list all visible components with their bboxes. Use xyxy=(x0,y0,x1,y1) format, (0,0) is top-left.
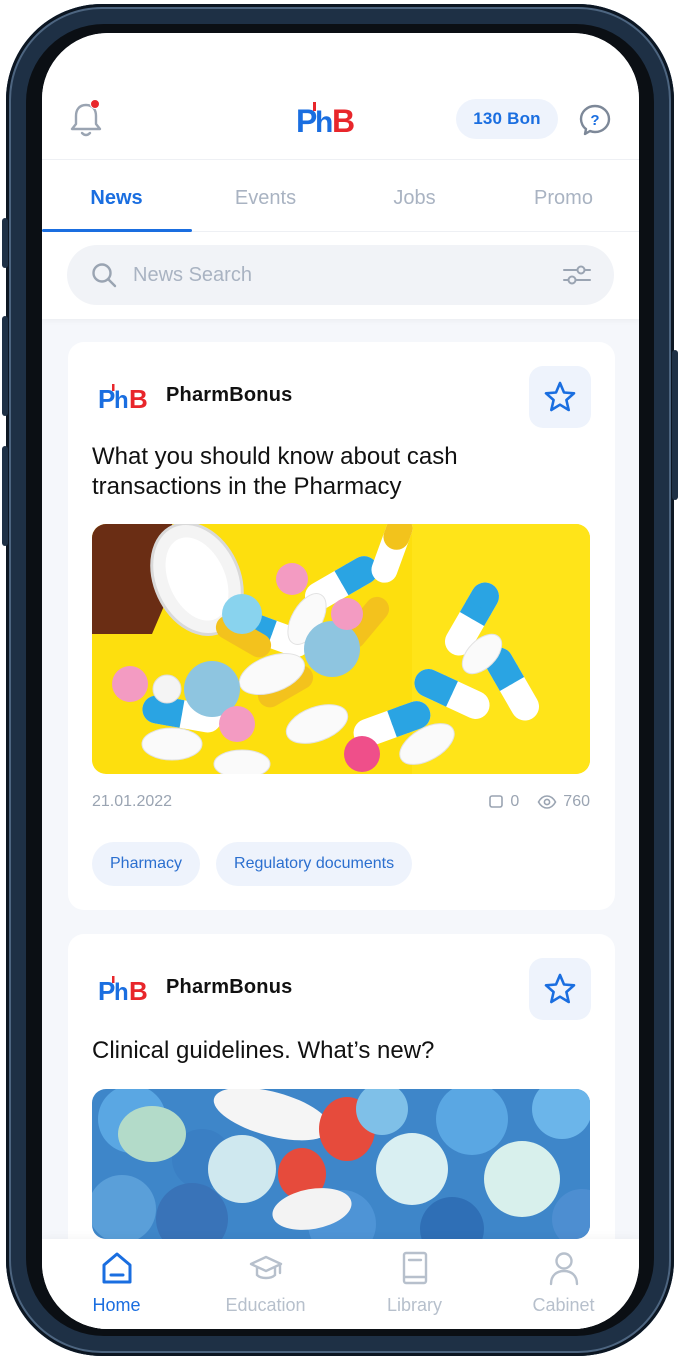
news-image xyxy=(92,1089,590,1239)
svg-text:B: B xyxy=(129,976,148,1004)
bottom-navigation: Home Education Library Cabinet xyxy=(42,1239,639,1329)
search-input[interactable] xyxy=(133,245,513,305)
tab-promo[interactable]: Promo xyxy=(489,165,638,231)
source-logo: P h B xyxy=(98,976,148,1004)
bonus-balance-button[interactable]: 130 Bon xyxy=(456,99,558,139)
news-title: What you should know about cash transact… xyxy=(92,443,458,500)
home-icon xyxy=(102,1252,131,1284)
svg-text:h: h xyxy=(114,387,129,412)
comment-icon xyxy=(489,795,504,808)
favorite-button[interactable] xyxy=(529,366,591,428)
header-divider xyxy=(42,159,639,160)
tab-bar: News Events Jobs Promo xyxy=(42,165,639,233)
phone-side-button xyxy=(2,446,8,546)
tab-news[interactable]: News xyxy=(42,165,191,231)
nav-home[interactable]: Home xyxy=(42,1249,191,1325)
search-bar xyxy=(67,245,614,305)
svg-text:B: B xyxy=(332,103,354,139)
app-logo: P h B xyxy=(296,102,354,139)
news-title: Clinical guidelines. What’s new? xyxy=(92,1037,435,1064)
news-date: 21.01.2022 xyxy=(92,793,173,810)
app-screen: P h B 130 Bon ? News Events Jobs Promo N… xyxy=(42,33,639,1329)
user-icon xyxy=(549,1252,578,1286)
source-name: PharmBonus xyxy=(166,976,293,998)
tab-jobs[interactable]: Jobs xyxy=(340,165,489,231)
tag-chip[interactable]: Regulatory documents xyxy=(216,842,413,886)
phone-side-button xyxy=(2,316,8,416)
source-logo: P h B xyxy=(98,384,148,412)
news-stats: 0 760 xyxy=(488,793,590,811)
nav-home-label: Home xyxy=(92,1295,141,1315)
nav-education[interactable]: Education xyxy=(191,1249,340,1325)
notification-dot xyxy=(90,99,100,109)
tag-chip[interactable]: Pharmacy xyxy=(92,842,201,886)
active-tab-indicator xyxy=(42,229,192,232)
news-tags: Pharmacy Regulatory documents xyxy=(92,842,413,886)
help-icon[interactable]: ? xyxy=(578,103,612,137)
favorite-button[interactable] xyxy=(529,958,591,1020)
news-meta: 21.01.2022 0 760 xyxy=(92,793,590,817)
phone-side-button xyxy=(2,218,8,268)
filter-icon[interactable] xyxy=(562,263,592,287)
comment-count: 0 xyxy=(510,793,520,810)
nav-library[interactable]: Library xyxy=(340,1249,489,1325)
news-card[interactable]: P h B PharmBonus What you should know ab… xyxy=(68,342,615,910)
book-icon xyxy=(402,1251,427,1285)
svg-text:h: h xyxy=(315,106,333,139)
svg-text:h: h xyxy=(114,979,129,1004)
source-name: PharmBonus xyxy=(166,384,293,406)
view-count: 760 xyxy=(563,793,590,810)
news-image xyxy=(92,524,590,774)
eye-icon xyxy=(537,795,557,809)
nav-cabinet[interactable]: Cabinet xyxy=(489,1249,638,1325)
nav-education-label: Education xyxy=(225,1295,306,1315)
phone-side-button xyxy=(672,350,678,500)
svg-text:?: ? xyxy=(590,112,599,129)
graduation-cap-icon xyxy=(249,1255,282,1280)
app-header: P h B 130 Bon ? News Events Jobs Promo xyxy=(42,33,639,319)
svg-text:B: B xyxy=(129,384,148,412)
star-icon xyxy=(544,381,576,412)
tab-events[interactable]: Events xyxy=(191,165,340,231)
search-icon xyxy=(92,263,117,288)
nav-cabinet-label: Cabinet xyxy=(532,1295,595,1315)
nav-library-label: Library xyxy=(386,1295,443,1315)
star-icon xyxy=(544,973,576,1004)
